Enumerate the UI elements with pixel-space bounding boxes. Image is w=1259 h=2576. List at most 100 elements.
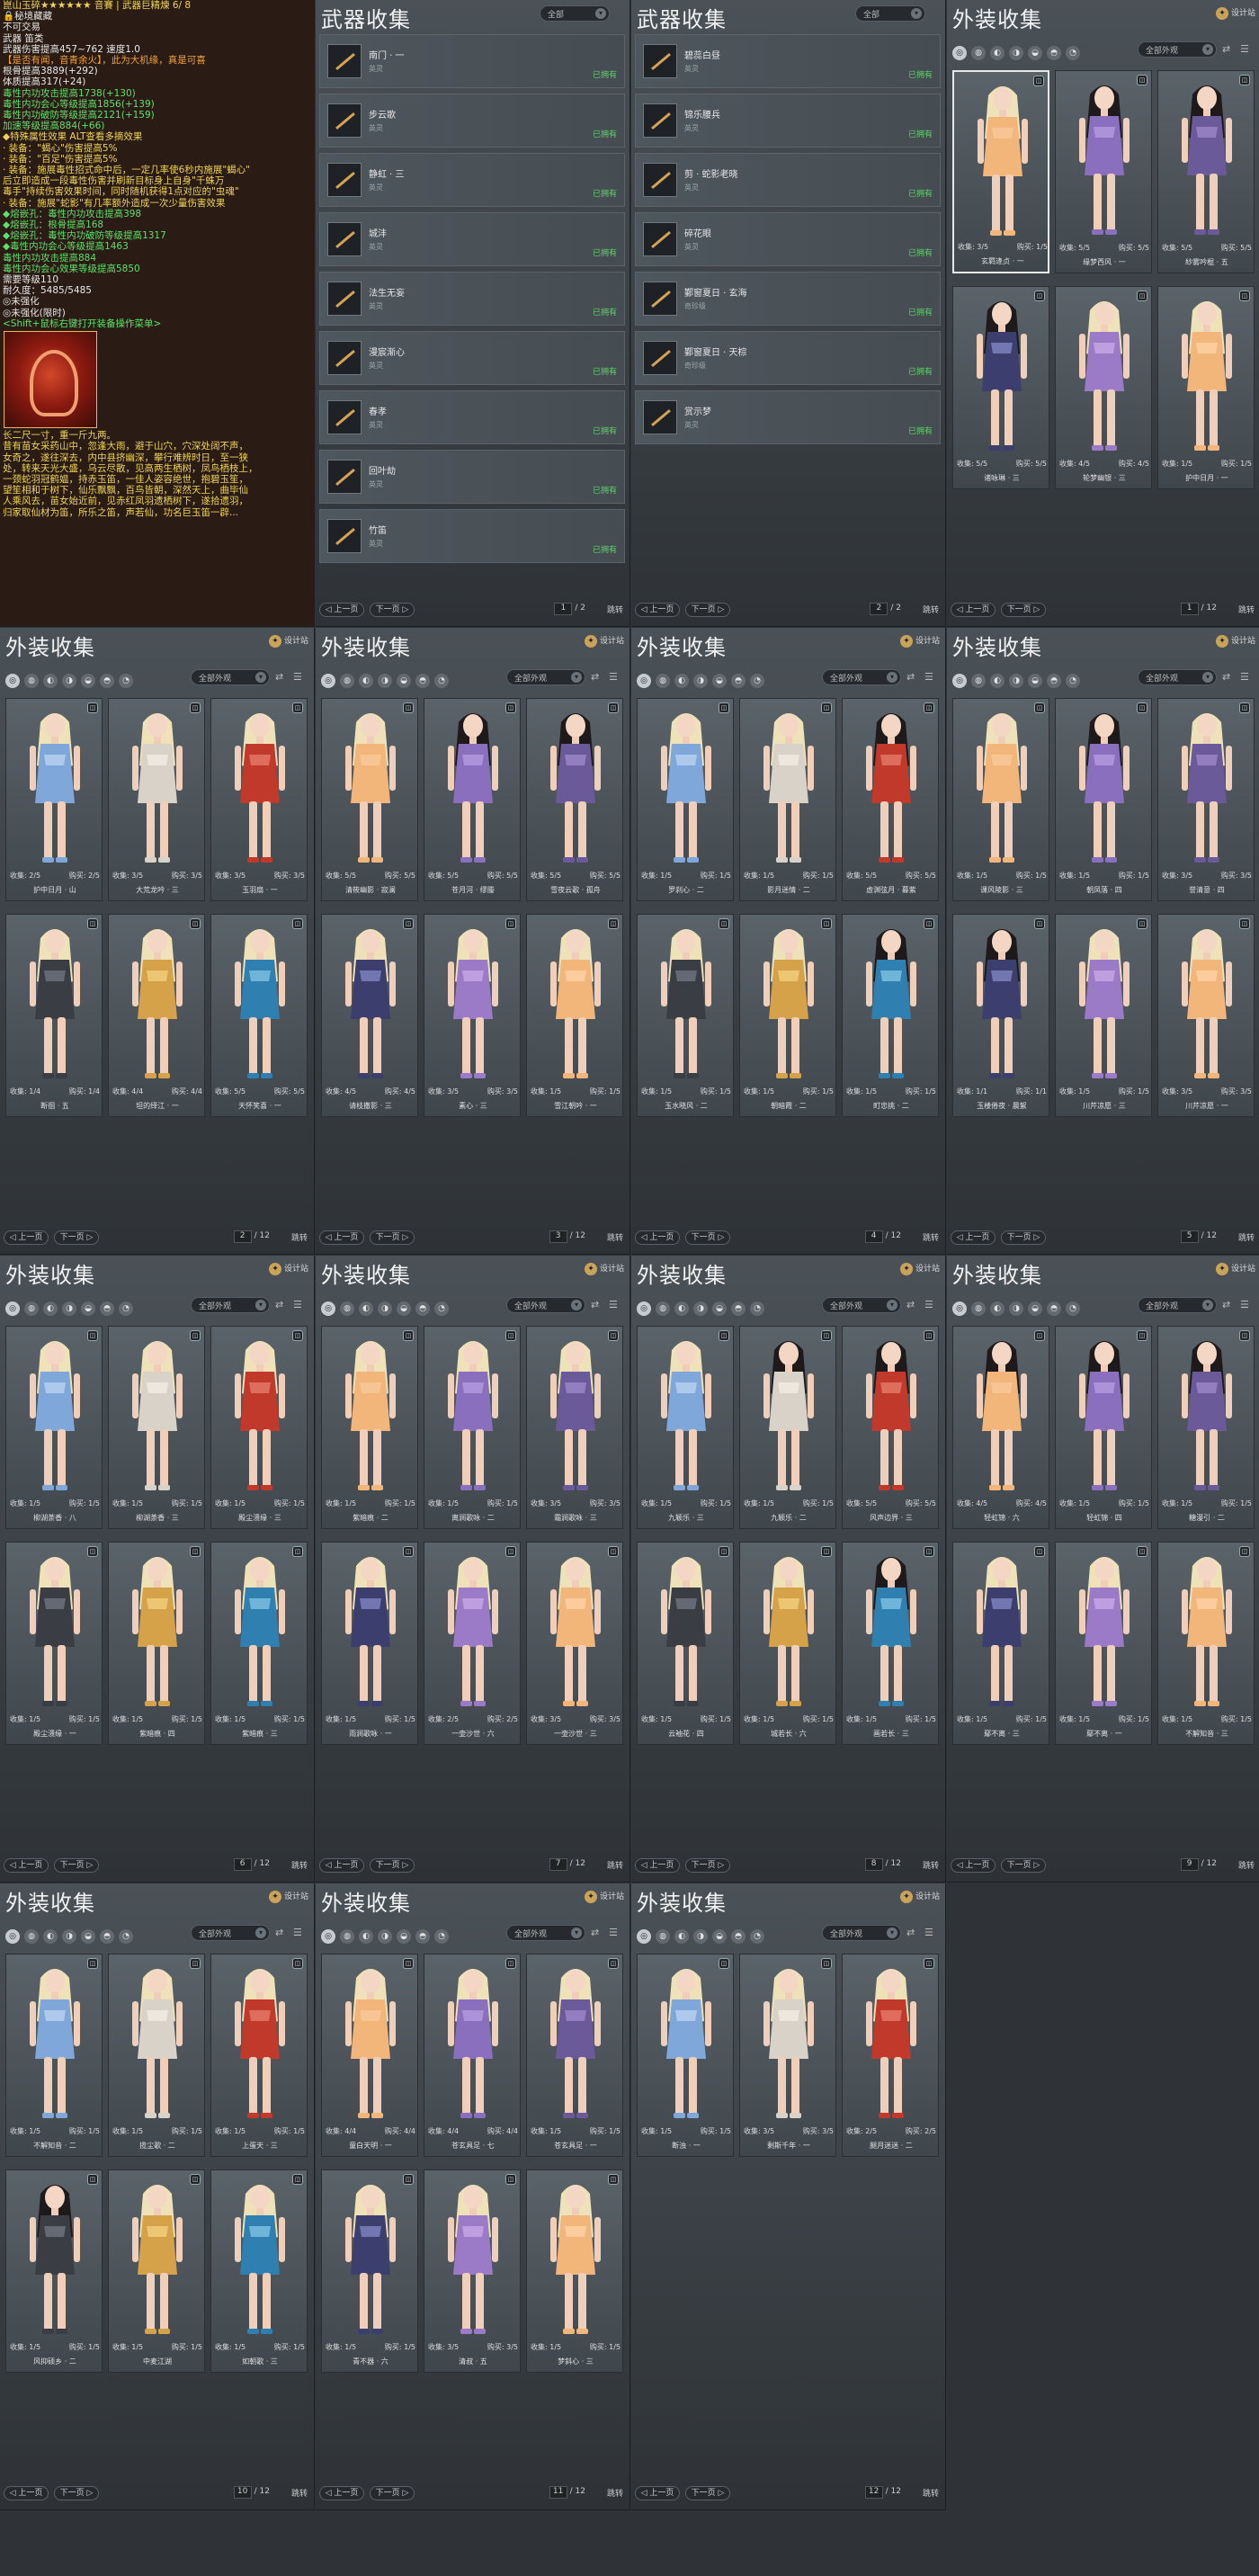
body-category-icon[interactable]: ◐	[990, 674, 1005, 688]
outfit-card[interactable]: ◫ 收集: 1/5 购买: 1/5 雨涧歌咏 · 一	[321, 1542, 418, 1745]
info-icon[interactable]: ◫	[608, 918, 619, 929]
info-icon[interactable]: ◫	[87, 918, 98, 929]
all-category-icon[interactable]: ◎	[952, 46, 967, 60]
hand-category-icon[interactable]: ◓	[1047, 1301, 1061, 1316]
page-number-input[interactable]: 9	[1180, 1858, 1199, 1871]
outfit-card[interactable]: ◫ 收集: 1/5 购买: 1/5 苍玄具足 · 一	[526, 1954, 623, 2157]
designer-station-button[interactable]: ✦ 设计站	[268, 1262, 308, 1275]
info-icon[interactable]: ◫	[1034, 918, 1045, 929]
outfit-card[interactable]: ◫ 收集: 1/5 购买: 1/5 不解知音 · 二	[5, 1954, 103, 2157]
outfit-card[interactable]: ◫ 收集: 5/5 购买: 5/5 诸咏琳 · 三	[952, 286, 1049, 489]
menu-icon[interactable]: ☰	[609, 1299, 618, 1310]
toggle-view-icon[interactable]: ⇄	[906, 1299, 915, 1310]
page-number-input[interactable]: 2	[870, 603, 888, 615]
info-icon[interactable]: ◫	[1239, 702, 1250, 713]
leg-category-icon[interactable]: ◒	[1028, 46, 1042, 60]
weapon-list-item[interactable]: 法生无妄 英灵 已拥有	[319, 272, 625, 326]
leg-category-icon[interactable]: ◒	[712, 674, 727, 688]
outfit-card[interactable]: ◫ 收集: 3/5 购买: 3/5 素心 · 三	[424, 914, 521, 1117]
prev-page-button[interactable]: ◁ 上一页	[4, 1230, 49, 1245]
menu-icon[interactable]: ☰	[609, 671, 618, 683]
outfit-card[interactable]: ◫ 收集: 3/5 购买: 3/5 清叔 · 五	[424, 2169, 521, 2373]
outfit-card[interactable]: ◫ 收集: 1/5 购买: 1/5 玉水晓风 · 二	[637, 914, 734, 1117]
outfit-filter-dropdown[interactable]: 全部外观 ▾	[506, 1925, 585, 1941]
info-icon[interactable]: ◫	[292, 702, 303, 713]
hand-category-icon[interactable]: ◓	[415, 1301, 430, 1316]
outfit-card[interactable]: ◫ 收集: 5/5 购买: 5/5 清筱幽影 · 寂澜	[321, 698, 418, 901]
hand-category-icon[interactable]: ◓	[100, 674, 114, 688]
info-icon[interactable]: ◫	[719, 1330, 729, 1341]
prev-page-button[interactable]: ◁ 上一页	[951, 1230, 996, 1245]
toggle-view-icon[interactable]: ⇄	[906, 671, 915, 683]
body-category-icon[interactable]: ◐	[359, 1301, 373, 1316]
outfit-card[interactable]: ◫ 收集: 1/5 购买: 1/5 朝凤落 · 四	[1055, 698, 1152, 901]
toggle-view-icon[interactable]: ⇄	[275, 1299, 283, 1310]
foot-category-icon[interactable]: ◔	[1066, 1301, 1080, 1316]
page-number-input[interactable]: 10	[233, 2486, 252, 2499]
info-icon[interactable]: ◫	[403, 702, 414, 713]
outfit-card[interactable]: ◫ 收集: 1/5 购买: 1/5 青不器 · 六	[321, 2169, 418, 2373]
info-icon[interactable]: ◫	[924, 1958, 934, 1969]
hand-category-icon[interactable]: ◓	[415, 674, 430, 688]
foot-category-icon[interactable]: ◔	[1066, 674, 1080, 688]
outfit-card[interactable]: ◫ 收集: 1/5 购买: 1/5 揽尘歌 · 二	[108, 1954, 205, 2157]
outfit-filter-dropdown[interactable]: 全部外观 ▾	[1138, 41, 1217, 58]
info-icon[interactable]: ◫	[505, 1330, 516, 1341]
body-category-icon[interactable]: ◐	[43, 1929, 58, 1944]
designer-station-button[interactable]: ✦ 设计站	[268, 634, 308, 648]
hand-category-icon[interactable]: ◓	[100, 1301, 114, 1316]
all-category-icon[interactable]: ◎	[5, 1929, 20, 1944]
toggle-view-icon[interactable]: ⇄	[1222, 671, 1230, 683]
info-icon[interactable]: ◫	[924, 1330, 934, 1341]
leg-category-icon[interactable]: ◒	[1028, 674, 1042, 688]
head-category-icon[interactable]: ◍	[971, 1301, 986, 1316]
all-category-icon[interactable]: ◎	[5, 674, 20, 688]
outfit-filter-dropdown[interactable]: 全部外观 ▾	[191, 1925, 270, 1941]
head-category-icon[interactable]: ◍	[656, 674, 670, 688]
leg-category-icon[interactable]: ◒	[712, 1301, 727, 1316]
info-icon[interactable]: ◫	[719, 918, 729, 929]
outfit-card[interactable]: ◫ 收集: 1/5 购买: 1/5 不解知音 · 三	[1157, 1542, 1255, 1745]
page-number-input[interactable]: 7	[549, 1858, 567, 1871]
outfit-card[interactable]: ◫ 收集: 1/5 购买: 1/5 朝暗霞 · 二	[739, 914, 836, 1117]
info-icon[interactable]: ◫	[505, 702, 516, 713]
weapon-list-item[interactable]: 城沣 英灵 已拥有	[319, 212, 625, 266]
outfit-card[interactable]: ◫ 收集: 4/5 购买: 4/5 轮梦幽银 · 三	[1055, 286, 1152, 489]
info-icon[interactable]: ◫	[1034, 1546, 1045, 1557]
jump-button[interactable]: 跳转	[607, 1231, 623, 1243]
menu-icon[interactable]: ☰	[924, 671, 933, 683]
prev-page-button[interactable]: ◁ 上一页	[319, 603, 364, 617]
weapon-list-item[interactable]: 步云歌 英灵 已拥有	[319, 94, 625, 148]
outfit-card[interactable]: ◫ 收集: 4/5 购买: 4/5 请枝撒影 · 三	[321, 914, 418, 1117]
leg-category-icon[interactable]: ◒	[81, 1929, 95, 1944]
weapon-list-item[interactable]: 漫宸渐心 英灵 已拥有	[319, 331, 625, 385]
hand-category-icon[interactable]: ◓	[731, 1929, 746, 1944]
info-icon[interactable]: ◫	[190, 918, 201, 929]
waist-category-icon[interactable]: ◑	[1009, 1301, 1023, 1316]
outfit-card[interactable]: ◫ 收集: 1/5 购买: 1/5 画若长 · 三	[842, 1542, 939, 1745]
designer-station-button[interactable]: ✦ 设计站	[899, 634, 940, 648]
weapon-list-item[interactable]: 南门 · 一英灵 已拥有	[319, 34, 625, 88]
outfit-card[interactable]: ◫ 收集: 5/5 购买: 5/5 风声边界 · 三	[842, 1326, 939, 1529]
outfit-card[interactable]: ◫ 收集: 5/5 购买: 5/5 苍月河 · 缪媵	[424, 698, 521, 901]
body-category-icon[interactable]: ◐	[990, 46, 1005, 60]
outfit-filter-dropdown[interactable]: 全部外观 ▾	[191, 669, 270, 685]
info-icon[interactable]: ◫	[1137, 702, 1147, 713]
info-icon[interactable]: ◫	[87, 1546, 98, 1557]
hand-category-icon[interactable]: ◓	[100, 1929, 114, 1944]
info-icon[interactable]: ◫	[924, 1546, 934, 1557]
designer-station-button[interactable]: ✦ 设计站	[584, 1890, 624, 1903]
info-icon[interactable]: ◫	[1239, 291, 1250, 301]
waist-category-icon[interactable]: ◑	[62, 1301, 76, 1316]
weapon-list-item[interactable]: 回叶劫 英灵 已拥有	[319, 450, 625, 504]
waist-category-icon[interactable]: ◑	[693, 1929, 708, 1944]
outfit-card[interactable]: ◫ 收集: 4/4 购买: 4/4 童白天明 · 一	[321, 1954, 418, 2157]
prev-page-button[interactable]: ◁ 上一页	[635, 1858, 680, 1873]
page-number-input[interactable]: 2	[233, 1230, 252, 1243]
next-page-button[interactable]: 下一页 ▷	[370, 1858, 415, 1873]
outfit-filter-dropdown[interactable]: 全部外观 ▾	[506, 1297, 585, 1313]
next-page-button[interactable]: 下一页 ▷	[370, 1230, 415, 1245]
toggle-view-icon[interactable]: ⇄	[906, 1927, 915, 1938]
menu-icon[interactable]: ☰	[293, 1299, 302, 1310]
all-category-icon[interactable]: ◎	[637, 674, 651, 688]
